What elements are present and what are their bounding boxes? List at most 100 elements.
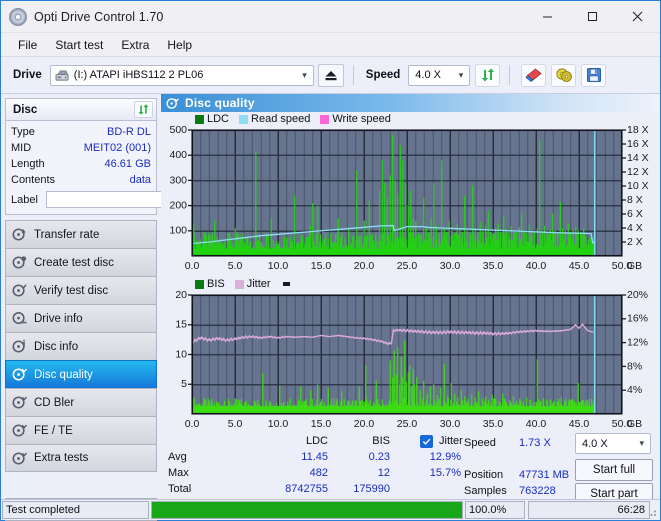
eraser-icon bbox=[525, 68, 542, 83]
sidebar-item-disc-quality[interactable]: Disc quality bbox=[5, 360, 157, 388]
jitter-checkbox[interactable] bbox=[420, 435, 433, 448]
stats-position-label: Position bbox=[464, 469, 504, 481]
speed-tool-button[interactable] bbox=[551, 63, 577, 87]
disc-quality-icon bbox=[12, 368, 27, 381]
legend-label-jitter: Jitter bbox=[246, 278, 271, 290]
legend-swatch-read-speed bbox=[239, 114, 249, 124]
sidebar-item-label: Disc info bbox=[34, 340, 79, 353]
sidebar-nav: Transfer rate Create test disc Verify te… bbox=[5, 220, 157, 472]
menu-file[interactable]: File bbox=[9, 36, 46, 54]
ldc-chart-legend: LDC Read speed Write speed bbox=[161, 112, 660, 126]
sidebar-item-label: Drive info bbox=[34, 312, 83, 325]
app-window: Opti Drive Control 1.70 File Start test … bbox=[0, 0, 661, 521]
close-icon[interactable] bbox=[615, 1, 660, 32]
legend-label-read-speed: Read speed bbox=[251, 113, 311, 125]
disc-row-mid-key: MID bbox=[11, 142, 32, 154]
drive-select-value: (I:) ATAPI iHBS112 2 PL06 bbox=[73, 69, 204, 81]
stats-speed-label: Speed bbox=[464, 437, 496, 449]
sidebar-item-extra-tests[interactable]: Extra tests bbox=[5, 444, 157, 472]
save-button[interactable] bbox=[581, 63, 607, 87]
disc-row-contents: Contents data bbox=[11, 172, 151, 188]
toolbar: Drive (I:) ATAPI iHBS112 2 PL06 ▾ Speed … bbox=[1, 57, 660, 94]
drive-icon bbox=[55, 70, 69, 81]
speed-select-value: 4.0 X bbox=[415, 69, 441, 81]
menu-extra[interactable]: Extra bbox=[112, 36, 158, 54]
erase-button[interactable] bbox=[521, 63, 547, 87]
disc-info-icon bbox=[12, 339, 25, 353]
sidebar-item-verify-test-disc[interactable]: Verify test disc bbox=[5, 276, 157, 304]
legend-swatch-write-speed bbox=[320, 114, 330, 124]
bis-chart[interactable] bbox=[161, 291, 661, 432]
stats-panel: LDC BIS Jitter Speed 1.73 X Avg 11.45 0.… bbox=[161, 433, 660, 505]
sidebar-item-label: Disc quality bbox=[34, 368, 93, 381]
stats-position-value: 47731 MB bbox=[519, 469, 570, 481]
check-icon bbox=[422, 438, 431, 445]
sidebar: Disc Type BD-R DL MID MEIT02 (001) Lengt… bbox=[1, 94, 215, 521]
stats-max-bis: 12 bbox=[377, 467, 390, 479]
test-speed-select[interactable]: 4.0 X ▾ bbox=[575, 433, 651, 454]
legend-label-write-speed: Write speed bbox=[332, 113, 391, 125]
menu-start-test[interactable]: Start test bbox=[46, 36, 112, 54]
legend-label-bis: BIS bbox=[207, 278, 225, 290]
menu-bar: File Start test Extra Help bbox=[1, 33, 660, 57]
sidebar-item-drive-info[interactable]: Drive info bbox=[5, 304, 157, 332]
status-bar: Test completed 100.0% 66:28 bbox=[1, 499, 660, 520]
stats-avg-jitter: 12.9% bbox=[429, 451, 461, 463]
status-message: Test completed bbox=[2, 501, 149, 519]
sidebar-item-label: Verify test disc bbox=[34, 284, 109, 297]
stats-avg-bis: 0.23 bbox=[368, 451, 390, 463]
disc-quality-icon bbox=[166, 97, 179, 109]
disc-row-contents-key: Contents bbox=[11, 174, 56, 186]
resize-grip-icon[interactable] bbox=[646, 506, 658, 518]
disc-icon bbox=[12, 451, 27, 465]
legend-swatch-jitter bbox=[234, 279, 244, 289]
sidebar-item-disc-info[interactable]: Disc info bbox=[5, 332, 157, 360]
refresh-icon bbox=[481, 68, 494, 82]
disc-icon bbox=[12, 424, 27, 437]
stats-row-max-label: Max bbox=[168, 467, 189, 479]
refresh-button[interactable] bbox=[475, 63, 501, 87]
progress-percent: 100.0% bbox=[465, 501, 525, 519]
eject-button[interactable] bbox=[317, 63, 344, 87]
sidebar-item-create-test-disc[interactable]: Create test disc bbox=[5, 248, 157, 276]
drive-select[interactable]: (I:) ATAPI iHBS112 2 PL06 ▾ bbox=[49, 64, 314, 86]
main-body: Disc Type BD-R DL MID MEIT02 (001) Lengt… bbox=[1, 94, 661, 521]
disc-label-row: Label bbox=[11, 189, 215, 210]
maximize-icon[interactable] bbox=[570, 1, 615, 32]
disc-label-key: Label bbox=[11, 193, 38, 206]
stats-avg-ldc: 11.45 bbox=[301, 451, 328, 463]
stats-col-bis: BIS bbox=[372, 435, 390, 447]
sidebar-item-cd-bler[interactable]: CD Bler bbox=[5, 388, 157, 416]
legend-swatch-ldc bbox=[195, 114, 204, 124]
disc-panel-header: Disc bbox=[6, 99, 156, 121]
stats-speed-value: 1.73 X bbox=[519, 437, 551, 449]
sidebar-item-fe-te[interactable]: FE / TE bbox=[5, 416, 157, 444]
eject-icon bbox=[325, 70, 337, 80]
chevron-down-icon: ▾ bbox=[458, 69, 464, 80]
sidebar-item-label: FE / TE bbox=[34, 424, 73, 437]
refresh-icon bbox=[138, 104, 149, 115]
minimize-icon[interactable] bbox=[525, 1, 570, 32]
sidebar-item-transfer-rate[interactable]: Transfer rate bbox=[5, 220, 157, 248]
disc-write-icon bbox=[12, 256, 27, 269]
ldc-chart[interactable] bbox=[161, 126, 661, 274]
speed-select[interactable]: 4.0 X ▾ bbox=[408, 64, 471, 86]
elapsed-time: 66:28 bbox=[528, 501, 650, 519]
start-full-button[interactable]: Start full bbox=[575, 459, 653, 481]
stats-max-ldc: 482 bbox=[309, 467, 328, 479]
progress-bar bbox=[151, 501, 463, 519]
sidebar-item-label: Create test disc bbox=[34, 256, 114, 269]
start-full-label: Start full bbox=[592, 464, 636, 476]
disc-refresh-button[interactable] bbox=[134, 101, 153, 118]
legend-label-ldc: LDC bbox=[207, 113, 230, 125]
panel-header: Disc quality bbox=[161, 94, 660, 112]
title-bar: Opti Drive Control 1.70 bbox=[1, 1, 660, 33]
sidebar-item-label: CD Bler bbox=[34, 396, 75, 409]
discs-icon bbox=[556, 68, 572, 82]
toolbar-separator-2 bbox=[509, 65, 511, 85]
speed-label: Speed bbox=[365, 69, 401, 81]
sidebar-item-label: Transfer rate bbox=[34, 228, 100, 241]
menu-help[interactable]: Help bbox=[158, 36, 201, 54]
chevron-down-icon: ▾ bbox=[639, 438, 644, 448]
disc-row-type: Type BD-R DL bbox=[11, 124, 151, 140]
